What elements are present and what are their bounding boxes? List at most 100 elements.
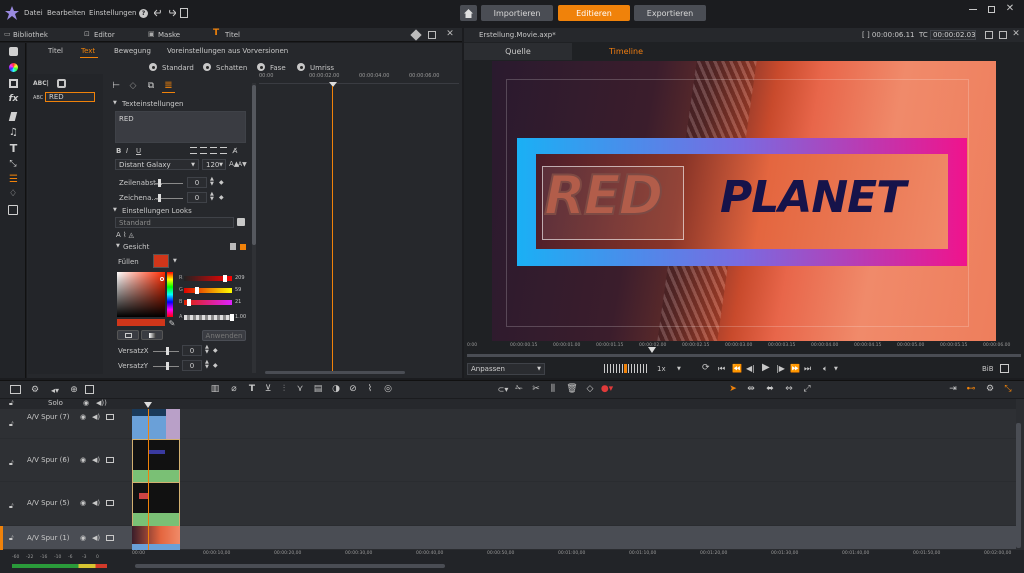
speed-icon[interactable]: ⌀ — [229, 384, 239, 394]
timeline-vscroll[interactable] — [1016, 423, 1021, 548]
shuttle-control[interactable] — [604, 364, 648, 373]
strip-layers-icon[interactable] — [9, 79, 18, 88]
select-tool-icon[interactable]: ➤ — [728, 384, 738, 394]
preview-detach-icon[interactable] — [999, 31, 1007, 39]
menu-file[interactable]: Datei — [24, 10, 43, 17]
snapshot-icon[interactable]: ▤ — [313, 384, 323, 394]
speaker-icon[interactable]: ◀) — [92, 457, 100, 464]
effects-icon[interactable]: ◎ — [383, 384, 393, 394]
home-button[interactable] — [460, 5, 477, 21]
green-channel-handle[interactable] — [195, 287, 199, 294]
speed-dropdown-icon[interactable]: ▼ — [677, 367, 681, 372]
offset-y-keyframe-icon[interactable]: ◆ — [213, 363, 218, 369]
color-icon[interactable]: ◑ — [331, 384, 341, 394]
offset-y-handle[interactable] — [166, 362, 169, 370]
subtab-text[interactable]: Text — [81, 48, 95, 55]
tab-edit[interactable]: Editieren — [558, 5, 630, 21]
align-left-icon[interactable]: ⊢ — [111, 81, 121, 91]
volume-dropdown-icon[interactable]: ▼ — [834, 367, 838, 372]
offset-x-keyframe-icon[interactable]: ◆ — [213, 348, 218, 354]
video-canvas[interactable]: RED PLANET — [492, 61, 996, 341]
title-tool-icon[interactable]: T — [247, 384, 257, 394]
looks-preset-field[interactable]: Standard — [115, 217, 234, 228]
clip-track-7[interactable] — [132, 409, 180, 439]
underline-button[interactable]: U — [136, 148, 141, 155]
voiceover-icon[interactable]: ⊻ — [263, 384, 273, 394]
preview-close-icon[interactable]: ✕ — [1011, 29, 1021, 39]
char-spacing-handle[interactable] — [158, 194, 161, 202]
color-picker-field[interactable] — [117, 272, 165, 317]
style-bevel-radio[interactable] — [257, 63, 265, 71]
track-name-1[interactable]: A/V Spur (1) — [27, 535, 70, 542]
track-name-6[interactable]: A/V Spur (6) — [27, 457, 70, 464]
strip-brush-icon[interactable] — [8, 112, 18, 121]
add-shape-icon[interactable] — [57, 79, 66, 88]
help-icon[interactable]: ? — [139, 9, 148, 18]
speaker-icon[interactable]: ◀) — [92, 500, 100, 507]
document-icon[interactable] — [180, 8, 188, 18]
go-start-icon[interactable]: ⏮ — [718, 365, 725, 373]
subtab-motion[interactable]: Bewegung — [114, 48, 151, 55]
mini-timeline-hscroll[interactable] — [265, 371, 405, 374]
char-spacing-keyframe-icon[interactable]: ◆ — [219, 195, 224, 201]
alpha-slider[interactable] — [184, 315, 232, 320]
loop-icon[interactable]: ⟳ — [702, 364, 710, 373]
text-content-field[interactable]: RED — [115, 111, 246, 143]
next-frame-icon[interactable]: ⏩ — [790, 365, 800, 373]
red-channel-handle[interactable] — [223, 275, 227, 282]
menu-edit[interactable]: Bearbeiten — [47, 10, 85, 17]
stretch-tool-icon[interactable]: ⤢ — [802, 384, 812, 394]
color-picker-cursor[interactable] — [160, 277, 164, 281]
audio-all-icon[interactable]: ◀)) — [96, 400, 107, 407]
tab-mask[interactable]: ▣ Maske — [148, 30, 198, 41]
speaker-icon[interactable]: ◀) — [92, 414, 100, 421]
speed-value[interactable]: 1x — [657, 366, 666, 373]
settings-scrollbar[interactable] — [252, 83, 256, 373]
line-spacing-stepper[interactable]: ▲ ▼ — [210, 177, 214, 187]
text-settings-caret[interactable]: ▼ — [113, 101, 117, 106]
hue-slider[interactable] — [167, 272, 173, 317]
track-name-7[interactable]: A/V Spur (7) — [27, 414, 70, 421]
blue-channel-slider[interactable] — [184, 300, 232, 305]
timeline-hscroll[interactable] — [135, 564, 445, 568]
eye-icon[interactable]: ◉ — [80, 414, 86, 421]
panel-close-icon[interactable]: ✕ — [445, 29, 455, 39]
line-spacing-keyframe-icon[interactable]: ◆ — [219, 180, 224, 186]
green-channel-slider[interactable] — [184, 288, 232, 293]
look-tools-icons[interactable]: A ⌇ ◬ — [116, 232, 134, 239]
face-caret[interactable]: ▼ — [116, 244, 120, 249]
eye-icon[interactable]: ◉ — [80, 500, 86, 507]
add-track-icon[interactable]: ⊕ — [69, 385, 79, 395]
maximize-icon[interactable] — [986, 4, 996, 14]
align-center-text-icon[interactable] — [200, 147, 207, 154]
offset-x-stepper[interactable]: ▲ ▼ — [205, 345, 209, 355]
track-name-5[interactable]: A/V Spur (5) — [27, 500, 70, 507]
lock-icon[interactable]: 🔓︎ — [9, 503, 14, 510]
fit-select[interactable]: Anpassen ▼ — [467, 363, 545, 375]
lock-icon[interactable]: 🔓︎ — [9, 535, 14, 542]
fullscreen-icon[interactable] — [1000, 364, 1009, 373]
align-right-text-icon[interactable] — [210, 147, 217, 154]
style-outline-radio[interactable] — [297, 63, 305, 71]
preview-ruler[interactable]: 0:00 00:00:00.15 00:00:01.00 00:00:01.15 00:… — [467, 343, 1021, 353]
char-spacing-input[interactable]: 0 — [187, 192, 207, 203]
strip-music-icon[interactable]: ♫ — [8, 127, 19, 138]
film-icon[interactable] — [106, 457, 114, 463]
record-marker-icon[interactable]: ●▾ — [600, 384, 614, 394]
eraser-icon[interactable] — [410, 29, 422, 41]
eye-all-icon[interactable]: ◉ — [83, 400, 89, 407]
strip-color-wheel-icon[interactable] — [9, 63, 18, 72]
track-row-7[interactable]: 🔓︎ A/V Spur (7) ◉ ◀) — [0, 409, 1016, 439]
justify-text-icon[interactable] — [220, 147, 227, 154]
font-size-select[interactable]: 120 ▼ — [202, 159, 226, 170]
eye-icon[interactable]: ◉ — [80, 535, 86, 542]
volume-icon[interactable]: 🔈︎ — [823, 365, 828, 373]
marker-icon[interactable]: ◇ — [585, 384, 595, 394]
go-end-icon[interactable]: ⏭ — [804, 365, 811, 373]
preview-playhead-marker[interactable] — [648, 347, 656, 353]
motion-track-icon[interactable]: ⌇ — [365, 384, 375, 394]
strip-film-icon[interactable] — [8, 205, 18, 215]
popout-icon[interactable] — [428, 31, 436, 39]
prev-frame-icon[interactable]: ⏪ — [732, 365, 742, 373]
tab-import[interactable]: Importieren — [481, 5, 553, 21]
